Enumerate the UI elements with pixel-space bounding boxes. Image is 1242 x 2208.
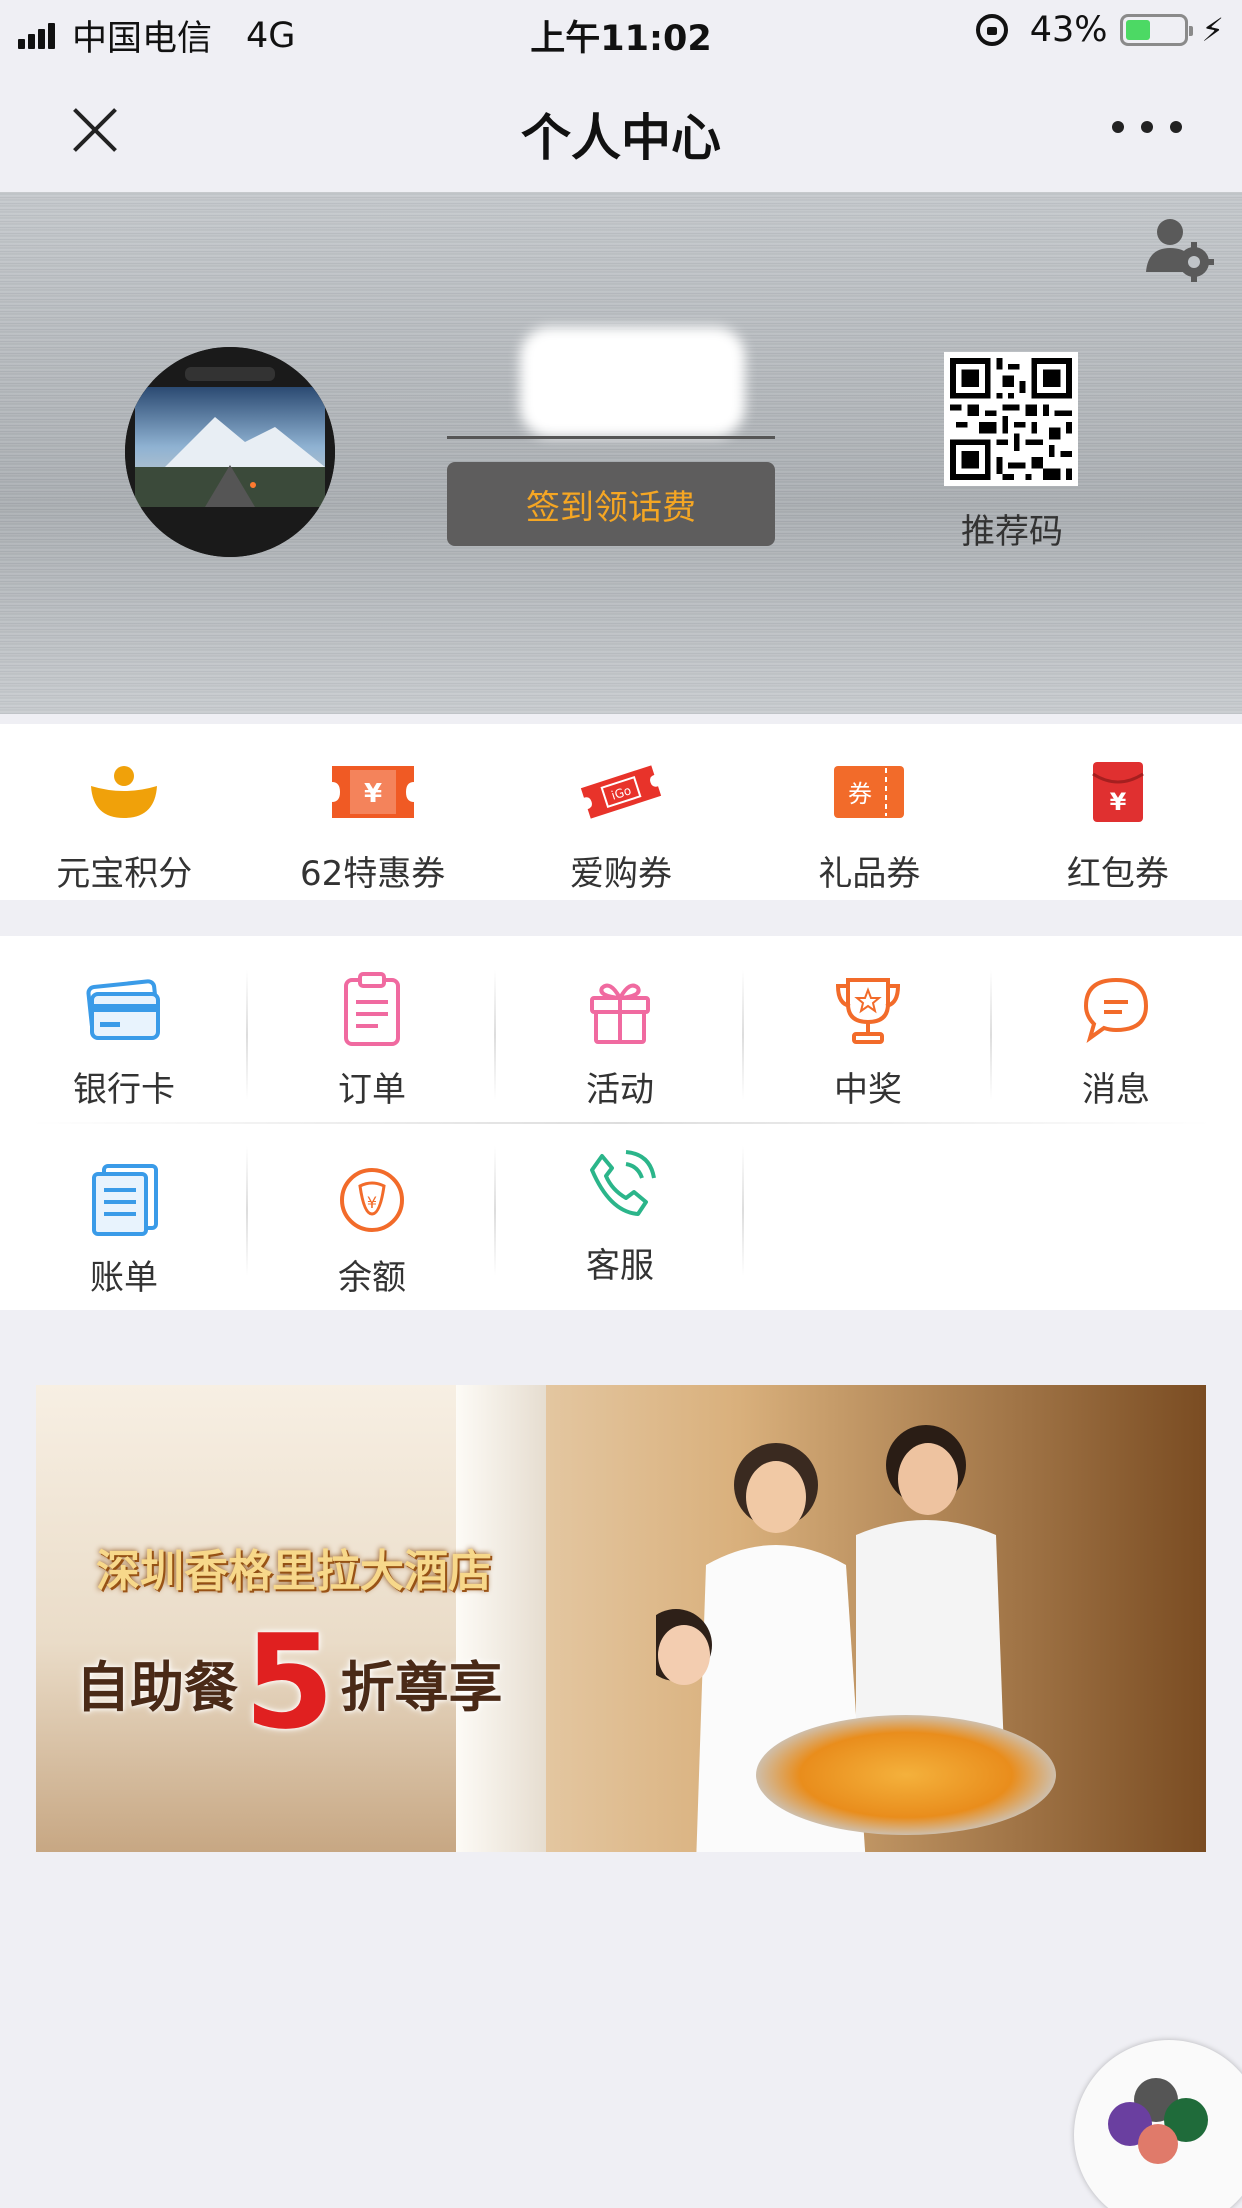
- coupon-gift[interactable]: 券 礼品券: [745, 724, 993, 900]
- service-label: 余额: [338, 1258, 406, 1298]
- battery-icon: [1119, 14, 1193, 46]
- page-title: 个人中心: [521, 109, 721, 167]
- more-icon[interactable]: [1112, 112, 1182, 142]
- service-message[interactable]: 消息: [992, 936, 1240, 1116]
- gift-ticket-icon: 券: [834, 766, 905, 818]
- service-label: 订单: [338, 1070, 406, 1110]
- banner-promo-prefix: 自助餐: [76, 1655, 238, 1719]
- service-label: 银行卡: [73, 1070, 175, 1110]
- coupon-shopping[interactable]: iGo 爱购券: [497, 724, 745, 900]
- service-prize[interactable]: 中奖: [744, 936, 992, 1116]
- coupon-discount[interactable]: ¥ 62特惠券: [248, 724, 496, 900]
- coupon-label: 62特惠券: [299, 854, 446, 894]
- floating-action-button[interactable]: [1074, 2040, 1242, 2208]
- service-activity[interactable]: 活动: [496, 936, 744, 1116]
- badge-logo-icon: [1108, 2078, 1208, 2164]
- coupon-label: 礼品券: [818, 854, 921, 894]
- profile-header: 签到领话费 推荐码: [0, 192, 1242, 714]
- battery-percent: 43%: [1029, 10, 1108, 50]
- service-label: 活动: [586, 1070, 654, 1110]
- banner-promo-number: 5: [244, 1606, 335, 1758]
- coupon-points[interactable]: 元宝积分: [0, 724, 248, 900]
- status-bar: 中国电信 4G 上午11:02 43% ⚡: [0, 0, 1242, 62]
- service-label: 消息: [1082, 1070, 1150, 1110]
- banner-title: 深圳香格里拉大酒店: [96, 1546, 492, 1597]
- avatar[interactable]: [125, 347, 335, 557]
- status-right: 43% ⚡: [975, 10, 1224, 50]
- banner-food: [756, 1715, 1056, 1835]
- service-customer-support[interactable]: 客服: [496, 1112, 744, 1292]
- order-icon: [344, 972, 400, 1046]
- envelope-symbol: ¥: [1109, 788, 1126, 816]
- shopping-ticket-icon: iGo: [580, 765, 662, 819]
- trophy-icon: [835, 978, 901, 1044]
- charging-icon: ⚡: [1201, 11, 1224, 49]
- promo-banner[interactable]: 深圳香格里拉大酒店 自助餐 5 折尊享: [36, 1385, 1206, 1852]
- phone-icon: [590, 1150, 656, 1216]
- coupon-label: 元宝积分: [56, 854, 193, 894]
- user-settings-icon[interactable]: [1144, 216, 1214, 282]
- gift-icon: [590, 983, 650, 1044]
- service-order[interactable]: 订单: [248, 936, 496, 1116]
- message-icon: [1083, 977, 1149, 1043]
- coupon-red-envelope[interactable]: ¥ 红包券: [994, 724, 1242, 900]
- coupon-row: 元宝积分 ¥ 62特惠券 iGo 爱购券 券 礼品券 ¥ 红包券: [0, 724, 1242, 900]
- points-icon: [91, 766, 158, 818]
- orientation-lock-icon: [975, 14, 1008, 46]
- coupon-label: 爱购券: [570, 854, 673, 894]
- nav-bar: 个人中心: [0, 62, 1242, 192]
- checkin-button[interactable]: 签到领话费: [447, 462, 775, 546]
- banner-promo-suffix: 折尊享: [340, 1655, 503, 1719]
- battery-fill: [1125, 20, 1150, 40]
- service-label: 账单: [90, 1258, 158, 1298]
- qr-code-icon[interactable]: [944, 352, 1078, 486]
- username-blurred: [520, 327, 745, 437]
- service-label: 客服: [586, 1246, 654, 1286]
- username-underline: [447, 436, 775, 439]
- discount-ticket-symbol: ¥: [364, 779, 382, 809]
- bill-icon: [92, 1164, 158, 1236]
- service-balance[interactable]: ¥ 余额: [248, 1124, 496, 1304]
- svg-text:¥: ¥: [367, 1193, 377, 1212]
- gift-ticket-text: 券: [848, 780, 872, 808]
- banner-promo: 自助餐 5 折尊享: [76, 1617, 502, 1747]
- balance-icon: ¥: [340, 1168, 404, 1232]
- red-envelope-icon: ¥: [1092, 762, 1144, 822]
- qr-code-label: 推荐码: [961, 512, 1063, 552]
- discount-ticket-icon: ¥: [331, 766, 414, 818]
- coupon-label: 红包券: [1066, 854, 1169, 894]
- services-grid: 银行卡 订单 活动 中奖 消息 账单 ¥ 余额 客服: [0, 936, 1242, 1310]
- bank-card-icon: [86, 979, 160, 1040]
- service-label: 中奖: [834, 1070, 902, 1110]
- service-bank-card[interactable]: 银行卡: [0, 936, 248, 1116]
- service-bill[interactable]: 账单: [0, 1124, 248, 1304]
